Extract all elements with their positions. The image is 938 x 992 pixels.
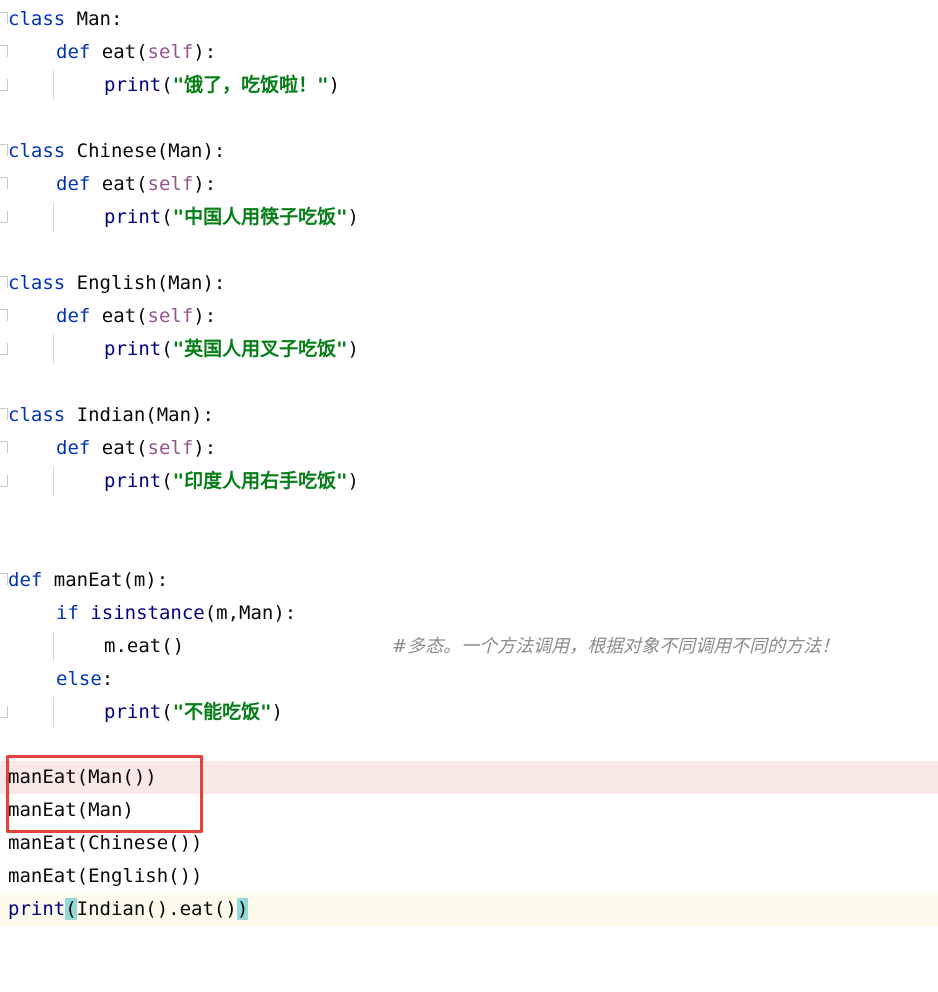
- keyword: class: [8, 272, 66, 294]
- keyword: def: [56, 305, 91, 327]
- code-text: ):: [193, 305, 217, 327]
- code-line[interactable]: print("饿了，吃饭啦！"): [0, 69, 938, 102]
- code-line[interactable]: def eat(self):: [0, 432, 938, 465]
- code-text: (: [161, 701, 173, 723]
- code-text: ):: [193, 437, 217, 459]
- self-param: self: [147, 305, 194, 327]
- code-line[interactable]: def eat(self):: [0, 300, 938, 333]
- code-text: ):: [193, 41, 217, 63]
- keyword: class: [8, 8, 66, 30]
- builtin: print: [104, 701, 162, 723]
- string-literal: "印度人用右手吃饭": [172, 470, 348, 492]
- self-param: self: [147, 41, 194, 63]
- code-text: eat(: [90, 437, 148, 459]
- keyword: else: [56, 668, 102, 690]
- code-text: (: [161, 206, 173, 228]
- matched-brace: (: [65, 898, 77, 920]
- code-text: eat(: [90, 173, 148, 195]
- code-line[interactable]: def manEat(m):: [0, 564, 938, 597]
- keyword: def: [56, 173, 91, 195]
- keyword: def: [56, 41, 91, 63]
- code-text: ): [347, 338, 359, 360]
- code-text: ):: [193, 173, 217, 195]
- code-line[interactable]: class English(Man):: [0, 267, 938, 300]
- string-literal: "饿了，吃饭啦！": [172, 74, 329, 96]
- builtin: isinstance: [78, 602, 205, 624]
- keyword: def: [8, 569, 43, 591]
- string-literal: "英国人用叉子吃饭": [172, 338, 348, 360]
- code-line[interactable]: class Man:: [0, 3, 938, 36]
- keyword: def: [56, 437, 91, 459]
- comment: #多态。一个方法调用，根据对象不同调用不同的方法！: [392, 636, 840, 657]
- code-text: :: [101, 668, 114, 690]
- code-line[interactable]: m.eat() #多态。一个方法调用，根据对象不同调用不同的方法！: [0, 630, 938, 663]
- code-line[interactable]: class Indian(Man):: [0, 399, 938, 432]
- code-text: (: [161, 470, 173, 492]
- code-line-current[interactable]: print(Indian().eat()): [0, 893, 938, 926]
- code-text: Man:: [65, 8, 123, 30]
- code-text: eat(: [90, 305, 148, 327]
- code-line[interactable]: manEat(English()): [0, 860, 938, 893]
- code-text: ): [271, 701, 283, 723]
- string-literal: "中国人用筷子吃饭": [172, 206, 348, 228]
- code-line[interactable]: def eat(self):: [0, 168, 938, 201]
- builtin: print: [8, 898, 66, 920]
- code-text: (: [161, 74, 173, 96]
- self-param: self: [147, 437, 194, 459]
- code-text: (: [161, 338, 173, 360]
- code-text: manEat(Chinese()): [8, 832, 203, 854]
- keyword: if: [56, 602, 79, 624]
- code-text: ): [347, 470, 359, 492]
- code-text: English(Man):: [65, 272, 226, 294]
- keyword: class: [8, 140, 66, 162]
- keyword: class: [8, 404, 66, 426]
- code-text: ): [347, 206, 359, 228]
- code-line[interactable]: print("不能吃饭"): [0, 696, 938, 729]
- code-line[interactable]: if isinstance(m,Man):: [0, 597, 938, 630]
- code-line[interactable]: print("中国人用筷子吃饭"): [0, 201, 938, 234]
- code-text: manEat(English()): [8, 865, 203, 887]
- code-line[interactable]: print("英国人用叉子吃饭"): [0, 333, 938, 366]
- annotation-highlight-box: [6, 755, 203, 833]
- builtin: print: [104, 470, 162, 492]
- code-text: Chinese(Man):: [65, 140, 226, 162]
- code-line[interactable]: print("印度人用右手吃饭"): [0, 465, 938, 498]
- code-line[interactable]: def eat(self):: [0, 36, 938, 69]
- code-text: Indian(Man):: [65, 404, 214, 426]
- code-line[interactable]: else:: [0, 663, 938, 696]
- builtin: print: [104, 206, 162, 228]
- code-text: eat(: [90, 41, 148, 63]
- builtin: print: [104, 338, 162, 360]
- matched-brace: ): [236, 898, 249, 920]
- code-text: m.eat(): [104, 635, 185, 657]
- code-text: ): [328, 74, 340, 96]
- code-text: manEat(m):: [42, 569, 169, 591]
- code-line[interactable]: class Chinese(Man):: [0, 135, 938, 168]
- code-editor[interactable]: class Man: def eat(self): print("饿了，吃饭啦！…: [0, 0, 938, 949]
- string-literal: "不能吃饭": [172, 701, 272, 723]
- self-param: self: [147, 173, 194, 195]
- code-text: Indian().eat(): [76, 898, 237, 920]
- builtin: print: [104, 74, 162, 96]
- code-text: (m,Man):: [204, 602, 297, 624]
